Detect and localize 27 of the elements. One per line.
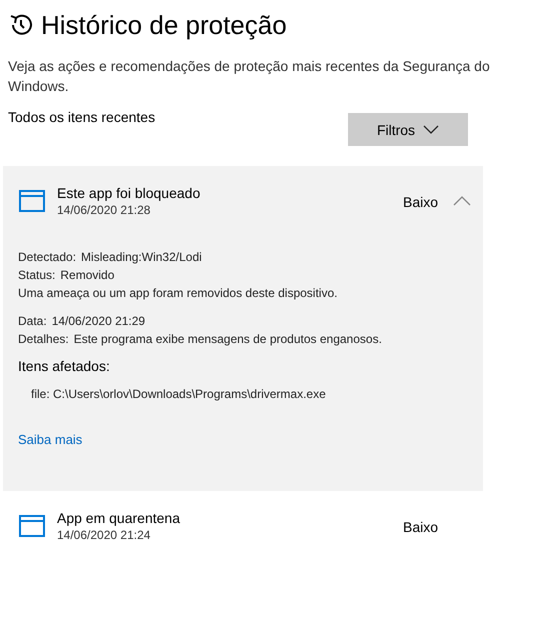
page-description: Veja as ações e recomendações de proteção mais recentes da Segurança do Windows. xyxy=(8,57,491,96)
severity-label: Baixo xyxy=(403,519,440,535)
learn-more-link[interactable]: Saiba mais xyxy=(18,432,82,447)
detail-value: Misleading:Win32/Lodi xyxy=(81,250,202,264)
chevron-down-icon xyxy=(423,124,440,134)
window-icon xyxy=(19,515,45,537)
affected-heading: Itens afetados: xyxy=(18,358,111,374)
detail-value: Este programa exibe mensagens de produtos enganosos. xyxy=(74,332,382,346)
filter-button[interactable]: Filtros xyxy=(348,113,468,146)
detail-value: Removido xyxy=(60,268,114,282)
affected-file: file: C:\Users\orlov\Downloads\Programs\drivermax.exe xyxy=(31,387,327,401)
detail-text: Uma ameaça ou um app foram removidos deste dispositivo. xyxy=(18,285,338,302)
list-label: Todos os itens recentes xyxy=(8,109,156,125)
detail-label: Detalhes: xyxy=(18,332,69,346)
expanded-item-panel[interactable] xyxy=(3,166,483,491)
item-title: App em quarentena xyxy=(57,509,181,527)
detail-label: Status: xyxy=(18,268,56,282)
window-icon xyxy=(19,190,45,212)
page-title: Histórico de proteção xyxy=(41,9,287,42)
detail-label: Data: xyxy=(18,314,47,328)
severity-label: Baixo xyxy=(403,194,440,210)
chevron-up-icon xyxy=(453,196,471,206)
item-title: Este app foi bloqueado xyxy=(57,184,202,202)
detail-label: Detectado: xyxy=(18,250,76,264)
item-date: 14/06/2020 21:24 xyxy=(57,527,152,543)
item-date: 14/06/2020 21:28 xyxy=(57,202,152,218)
detail-value: 14/06/2020 21:29 xyxy=(52,314,146,328)
